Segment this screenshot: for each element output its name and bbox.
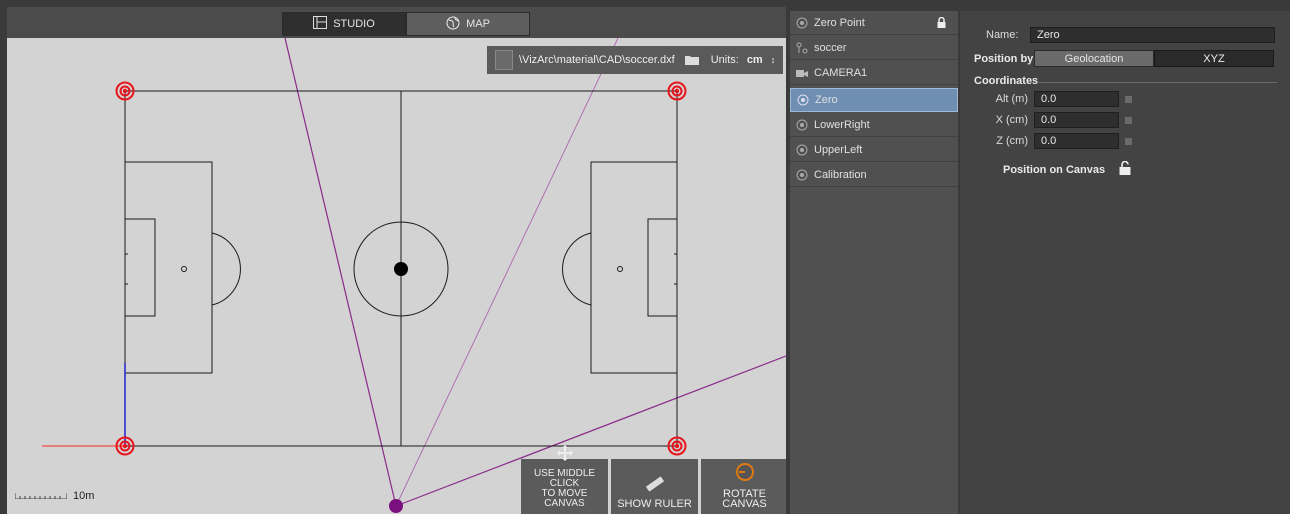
- globe-icon: [446, 16, 460, 33]
- coordinates-title: Coordinates: [974, 75, 1039, 87]
- target-icon: [796, 17, 808, 29]
- target-icon: [796, 119, 808, 131]
- x-field[interactable]: 0.0: [1034, 112, 1119, 128]
- list-item-label: soccer: [814, 41, 847, 54]
- center-spot: [394, 262, 408, 276]
- coordinates-header: Coordinates: [974, 75, 1038, 87]
- ruler-scale-icon: [15, 493, 67, 499]
- ruler-icon: [644, 476, 666, 495]
- target-icon: [797, 94, 809, 106]
- studio-icon: [313, 16, 328, 32]
- list-item-lowerright[interactable]: LowerRight: [790, 113, 958, 137]
- position-by-row: Position by Geolocation XYZ: [974, 50, 1274, 67]
- show-ruler-label: SHOW RULER: [617, 498, 692, 510]
- app-window: STUDIO MAP \VizArc\material\CAD\soccer.d…: [0, 0, 1290, 514]
- list-item-calibration[interactable]: Calibration: [790, 163, 958, 187]
- x-label: X (cm): [995, 114, 1028, 126]
- path-icon: [796, 42, 808, 54]
- z-keyframe-box[interactable]: [1125, 137, 1132, 145]
- move-canvas-line1: USE MIDDLE CLICK: [533, 468, 596, 489]
- camera-frustum-left-line: [284, 38, 397, 507]
- move-arrows-icon: [556, 444, 574, 465]
- list-item-zero[interactable]: Zero: [790, 88, 958, 112]
- alt-row: Alt (m) 0.0: [984, 91, 1132, 107]
- camera-position-dot: [389, 499, 403, 513]
- move-canvas-button[interactable]: USE MIDDLE CLICK TO MOVE CANVAS: [521, 445, 608, 514]
- list-item-soccer[interactable]: soccer: [790, 36, 958, 60]
- move-canvas-line2: TO MOVE CANVAS: [541, 488, 588, 509]
- show-ruler-button[interactable]: SHOW RULER: [611, 459, 698, 514]
- units-dropdown[interactable]: cm: [747, 54, 763, 66]
- position-by-label: Position by: [974, 52, 1034, 65]
- list-item-label: Calibration: [814, 168, 867, 181]
- tab-map[interactable]: MAP: [406, 12, 530, 36]
- file-icon[interactable]: [495, 50, 513, 70]
- properties-panel: Name: Zero Position by Geolocation XYZ C…: [960, 11, 1290, 514]
- z-label: Z (cm): [996, 135, 1028, 147]
- target-icon: [796, 169, 808, 181]
- rotate-dial-icon: [735, 462, 755, 485]
- lock-icon[interactable]: [937, 16, 946, 31]
- xyz-option[interactable]: XYZ: [1154, 50, 1274, 67]
- mode-bar: STUDIO MAP: [7, 7, 786, 38]
- unlock-icon[interactable]: [1119, 160, 1131, 178]
- target-icon: [796, 144, 808, 156]
- z-field[interactable]: 0.0: [1034, 133, 1119, 149]
- position-on-canvas-row: Position on Canvas: [1003, 160, 1131, 178]
- geolocation-option[interactable]: Geolocation: [1034, 50, 1154, 67]
- z-row: Z (cm) 0.0: [984, 133, 1132, 149]
- units-label: Units:: [710, 54, 739, 66]
- folder-icon[interactable]: [684, 55, 699, 65]
- name-row: Name: Zero: [986, 27, 1275, 43]
- canvas-tools: USE MIDDLE CLICK TO MOVE CANVAS SHOW RUL…: [521, 445, 786, 514]
- tab-map-label: MAP: [466, 18, 490, 30]
- camera-icon: [796, 67, 808, 79]
- chevron-updown-icon[interactable]: ↕: [771, 55, 776, 65]
- name-label: Name:: [986, 29, 1019, 41]
- alt-label: Alt (m): [995, 93, 1028, 105]
- list-item-upperleft[interactable]: UpperLeft: [790, 138, 958, 162]
- rotate-canvas-button[interactable]: ROTATE CANVAS: [701, 459, 786, 514]
- list-item-zero-point[interactable]: Zero Point: [790, 11, 958, 35]
- rotate-canvas-label: ROTATE CANVAS: [722, 488, 767, 510]
- x-keyframe-box[interactable]: [1125, 116, 1132, 124]
- position-on-canvas-label: Position on Canvas: [1003, 163, 1106, 176]
- tab-studio[interactable]: STUDIO: [282, 12, 406, 36]
- mode-tabs: STUDIO MAP: [282, 12, 530, 36]
- list-item-label: LowerRight: [814, 118, 870, 131]
- alt-field[interactable]: 0.0: [1034, 91, 1119, 107]
- scale-indicator: 10m: [15, 490, 94, 502]
- scene-object-list: Zero Point soccer CAMERA1 Zero LowerRigh…: [790, 11, 958, 514]
- x-row: X (cm) 0.0: [984, 112, 1132, 128]
- scale-label: 10m: [73, 490, 95, 502]
- file-path: \VizArc\material\CAD\soccer.dxf: [519, 54, 675, 66]
- list-item-label: CAMERA1: [814, 66, 868, 79]
- list-item-label: Zero: [815, 94, 838, 106]
- name-field[interactable]: Zero: [1030, 27, 1275, 43]
- coordinates-divider: [1037, 82, 1277, 83]
- file-bar: \VizArc\material\CAD\soccer.dxf Units: c…: [487, 46, 783, 74]
- list-item-label: Zero Point: [814, 16, 865, 29]
- tab-studio-label: STUDIO: [333, 18, 375, 30]
- list-item-camera1[interactable]: CAMERA1: [790, 61, 958, 85]
- list-item-label: UpperLeft: [814, 143, 863, 156]
- alt-keyframe-box[interactable]: [1125, 95, 1132, 103]
- studio-canvas[interactable]: \VizArc\material\CAD\soccer.dxf Units: c…: [7, 38, 786, 514]
- camera-frustum-center-line: [395, 38, 619, 507]
- soccer-field-drawing: [42, 38, 786, 513]
